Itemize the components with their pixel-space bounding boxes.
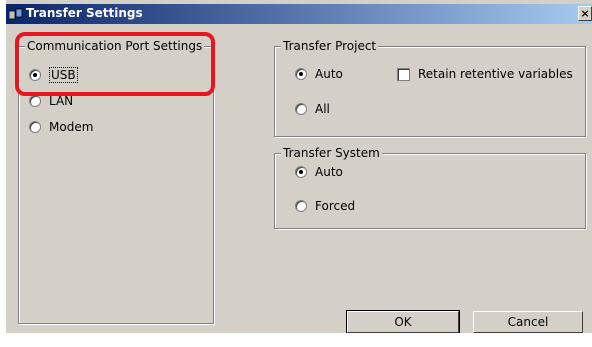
radio-lan[interactable]: LAN bbox=[29, 94, 73, 108]
retain-variables-checkbox[interactable]: Retain retentive variables bbox=[397, 67, 573, 81]
radio-modem-label: Modem bbox=[49, 120, 94, 134]
radio-project-auto-circle[interactable] bbox=[295, 68, 307, 80]
transfer-project-legend: Transfer Project bbox=[281, 39, 379, 53]
transfer-system-legend: Transfer System bbox=[281, 146, 382, 160]
radio-modem[interactable]: Modem bbox=[29, 120, 93, 134]
window-icon bbox=[9, 8, 23, 20]
transfer-project-group: Transfer Project Auto All Retain retenti… bbox=[274, 39, 586, 137]
cancel-button[interactable]: Cancel bbox=[473, 311, 583, 333]
retain-variables-box[interactable] bbox=[397, 67, 410, 81]
window-title: Transfer Settings bbox=[26, 6, 143, 20]
radio-system-forced-label: Forced bbox=[315, 199, 356, 213]
transfer-system-group: Transfer System Auto Forced bbox=[274, 146, 586, 229]
radio-project-all-circle[interactable] bbox=[295, 103, 307, 115]
retain-variables-label: Retain retentive variables bbox=[418, 67, 573, 81]
highlight-annotation bbox=[15, 32, 215, 96]
bottom-margin bbox=[0, 333, 592, 347]
title-bar[interactable]: Transfer Settings × bbox=[6, 4, 592, 24]
radio-lan-label: LAN bbox=[49, 94, 74, 108]
radio-system-forced-circle[interactable] bbox=[295, 200, 307, 212]
ok-button[interactable]: OK bbox=[346, 310, 460, 334]
radio-project-all[interactable]: All bbox=[295, 102, 330, 116]
radio-project-all-label: All bbox=[315, 102, 330, 116]
radio-system-forced[interactable]: Forced bbox=[295, 199, 355, 213]
radio-system-auto[interactable]: Auto bbox=[295, 165, 343, 179]
radio-lan-circle[interactable] bbox=[29, 95, 41, 107]
radio-modem-circle[interactable] bbox=[29, 121, 41, 133]
radio-system-auto-label: Auto bbox=[315, 165, 343, 179]
left-margin bbox=[0, 0, 6, 347]
radio-project-auto-label: Auto bbox=[315, 67, 343, 81]
radio-project-auto[interactable]: Auto bbox=[295, 67, 343, 81]
close-button[interactable]: × bbox=[578, 6, 592, 21]
radio-system-auto-circle[interactable] bbox=[295, 166, 307, 178]
